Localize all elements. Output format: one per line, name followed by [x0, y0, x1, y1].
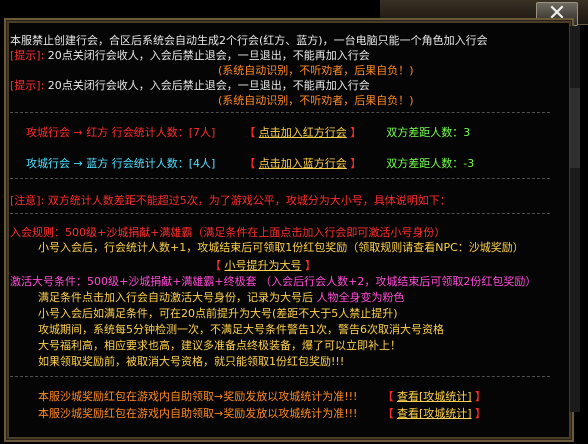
join-red-team-link[interactable]: 点击加入红方行会: [259, 126, 347, 139]
upgrade-row: 【 小号提升为大号 】: [210, 259, 316, 272]
big-line-2: 满足条件点击加入行会自动激活大号身份，记录为大号后 人物全身变为粉色: [38, 291, 405, 304]
divider: [10, 376, 550, 378]
big-line-3: 小号入会后如满足条件，可在20点前提升为大号(差距不大于5人禁止提升): [38, 307, 398, 320]
big-condition-line: 激活大号条件：500级+沙城捐献+满雄霸+终极套 （入会后行会人数+2，攻城结束…: [10, 275, 537, 288]
note-line: [注意]: 双方统计人数差距不能超过5次，为了游戏公平，攻城分为大小号，具体说明…: [10, 194, 451, 207]
rule-line-2: 小号入会后，行会统计人数+1，攻城结束后可领取1份红包奖励（领取规则请查看NPC…: [38, 241, 524, 254]
big-line-4: 攻城期间，系统每5分钟检测一次，不满足大号条件警告1次，警告6次取消大号资格: [38, 323, 444, 336]
blue-team-row: 攻城行会 → 蓝方 行会统计人数：[4人] 【 点击加入蓝方行会 】 双方差距人…: [26, 157, 475, 170]
tip-line-2: [提示]: 20点关闭行会收人，入会后禁止退会，一旦退出，不能再加入行会: [10, 79, 370, 94]
dialog-window: ✕ 本服禁止创建行会，合区后系统会自动生成2个行会(红方、蓝方)，一台电脑只能一…: [0, 0, 588, 444]
view-siege-stats-link[interactable]: 查看[攻城统计]: [397, 390, 472, 403]
blue-team-diff: 双方差距人数：-3: [386, 157, 475, 170]
upgrade-to-big-link[interactable]: 小号提升为大号: [225, 259, 302, 272]
tip-line-1: [提示]: 20点关闭行会收人，入会后禁止退会，一旦退出，不能再加入行会: [10, 49, 370, 64]
footer-row-1: 本服沙城奖励红包在游戏内自助领取→奖励发放以攻城统计为准!!! 【 查看[攻城统…: [38, 390, 487, 403]
red-team-stats: 攻城行会 → 红方 行会统计人数：[7人]: [26, 126, 216, 139]
footer-row-2: 本服沙城奖励红包在游戏内自助领取→奖励发放以攻城统计为准!!! 【 查看[攻城统…: [38, 407, 487, 420]
blue-team-stats: 攻城行会 → 蓝方 行会统计人数：[4人]: [26, 157, 216, 170]
scrollbar[interactable]: [569, 26, 580, 412]
big-line-5: 大号福利高，相应要求也高，建议多准备点终极装备，爆了可以立即补上！: [38, 339, 401, 352]
big-line-6: 如果领取奖励前，被取消大号资格，就只能领取1份红包奖励!!!: [38, 355, 345, 368]
content-area: 本服禁止创建行会，合区后系统会自动生成2个行会(红方、蓝方)，一台电脑只能一个角…: [10, 28, 558, 432]
tip-warning-1: (系统自动识别，不听劝者，后果自负！): [218, 64, 414, 77]
intro-line: 本服禁止创建行会，合区后系统会自动生成2个行会(红方、蓝方)，一台电脑只能一个角…: [10, 34, 488, 47]
tip-prefix: [提示]:: [10, 49, 45, 62]
tip-text: 20点关闭行会收人，入会后禁止退会，一旦退出，不能再加入行会: [47, 79, 370, 92]
tip-text: 20点关闭行会收人，入会后禁止退会，一旦退出，不能再加入行会: [47, 49, 370, 62]
join-blue-team-link[interactable]: 点击加入蓝方行会: [259, 157, 347, 170]
divider: [10, 178, 550, 180]
red-team-row: 攻城行会 → 红方 行会统计人数：[7人] 【 点击加入红方行会 】 双方差距人…: [26, 126, 471, 139]
divider: [10, 213, 550, 215]
divider: [10, 112, 550, 114]
red-team-diff: 双方差距人数：3: [386, 126, 471, 139]
pink-effect-text: 人物全身变为粉色: [316, 291, 405, 304]
tip-prefix: [提示]:: [10, 79, 45, 92]
rule-line-1: 入会规则：500级+沙城捐献+满雄霸（满足条件在上面点击加入行会即可激活小号身份…: [10, 226, 446, 239]
tip-warning-2: (系统自动识别，不听劝者，后果自负！): [218, 94, 414, 107]
scrollbar-thumb[interactable]: [570, 88, 580, 168]
view-siege-stats-link[interactable]: 查看[攻城统计]: [397, 407, 472, 420]
